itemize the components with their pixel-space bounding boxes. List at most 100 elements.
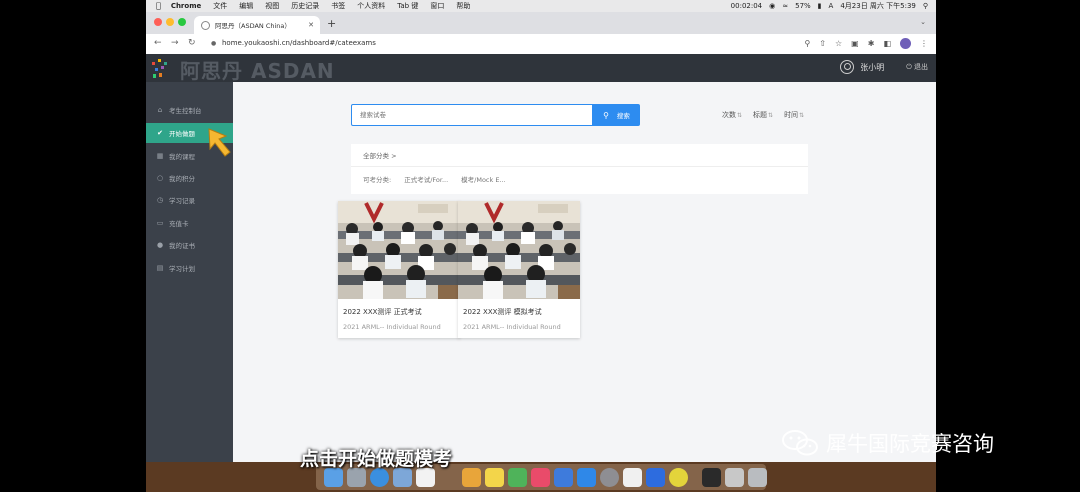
wechat-logo-icon <box>782 430 818 456</box>
exam-card-formal[interactable]: 2022 XXX测评 正式考试 2021 ARML-- Individual R… <box>338 201 460 338</box>
trash-icon[interactable] <box>748 468 767 487</box>
tab-favicon-icon <box>201 20 210 30</box>
profile-avatar[interactable] <box>900 38 911 49</box>
category-filter: 全部分类 > 可考分类: 正式考试/For... 模考/Mock E... <box>351 144 808 194</box>
exam-hall-photo <box>338 201 460 299</box>
sidebar-item-points[interactable]: ○ 我的积分 <box>146 168 233 188</box>
forward-icon[interactable]: → <box>171 38 179 48</box>
chrome-menu-icon[interactable]: ⋮ <box>920 39 928 48</box>
sidebar-item-records[interactable]: ◷ 学习记录 <box>146 190 233 210</box>
puzzle-icon[interactable]: ✱ <box>868 39 875 48</box>
photos-icon[interactable] <box>462 468 481 487</box>
search-button-label: 搜索 <box>616 112 630 120</box>
tab-search-chevron-icon[interactable]: ⌄ <box>920 18 926 26</box>
window-close-icon[interactable] <box>154 18 162 26</box>
logout-label: 退出 <box>914 63 928 71</box>
tab-close-icon[interactable]: ✕ <box>308 21 314 29</box>
card-icon: ▭ <box>156 219 164 227</box>
lock-icon[interactable]: ● <box>211 40 216 47</box>
battery-icon[interactable]: ▮ <box>818 0 822 12</box>
keynote-icon[interactable] <box>554 468 573 487</box>
sidebar-item-label: 开始做题 <box>169 130 195 138</box>
app-header: 阿思丹 ASDAN 张小明 ⏻ 退出 <box>146 54 936 83</box>
sidebar-item-label: 学习计划 <box>169 265 195 273</box>
menu-file[interactable]: 文件 <box>213 0 227 12</box>
menu-edit[interactable]: 编辑 <box>239 0 253 12</box>
user-avatar-icon[interactable] <box>840 60 855 74</box>
spotlight-icon[interactable]: ⚲ <box>923 0 928 12</box>
sidebar-item-certificates[interactable]: ● 我的证书 <box>146 235 233 255</box>
record-stop-icon[interactable]: ◉ <box>769 0 775 12</box>
menu-tab[interactable]: Tab 键 <box>397 0 418 12</box>
sidebar-item-label: 我的积分 <box>169 175 195 183</box>
menu-profile[interactable]: 个人资料 <box>357 0 385 12</box>
sort-arrows-icon: ⇅ <box>737 112 743 119</box>
menu-bookmarks[interactable]: 书签 <box>331 0 345 12</box>
brand-logo[interactable]: 阿思丹 ASDAN <box>150 55 334 83</box>
notes-icon[interactable] <box>485 468 504 487</box>
reload-icon[interactable]: ↻ <box>188 38 196 48</box>
search-button[interactable]: ⚲ 搜索 <box>593 104 640 126</box>
bookmark-star-icon[interactable]: ☆ <box>835 39 842 48</box>
tab-strip: 阿思丹（ASDAN China） ✕ + ⌄ <box>146 12 936 34</box>
calendar-icon: ▤ <box>156 264 164 272</box>
new-tab-icon[interactable]: + <box>327 17 336 30</box>
menu-history[interactable]: 历史记录 <box>291 0 319 12</box>
search-icon: ⚲ <box>603 110 609 120</box>
window-zoom-icon[interactable] <box>178 18 186 26</box>
downloads-folder-icon[interactable] <box>725 468 744 487</box>
window-minimize-icon[interactable] <box>166 18 174 26</box>
menu-help[interactable]: 帮助 <box>456 0 470 12</box>
sidebar-item-recharge-card[interactable]: ▭ 充值卡 <box>146 213 233 233</box>
filter-option-formal[interactable]: 正式考试/For... <box>404 174 448 184</box>
mac-menu-bar:  Chrome 文件 编辑 视图 历史记录 书签 个人资料 Tab 键 窗口 … <box>146 0 936 12</box>
terminal-icon[interactable] <box>702 468 721 487</box>
zoom-icon[interactable] <box>646 468 665 487</box>
exam-card-mock[interactable]: 2022 XXX测评 模拟考试 2021 ARML-- Individual R… <box>458 201 580 338</box>
address-bar[interactable]: home.youkaoshi.cn/dashboard#/cateexams <box>222 39 376 47</box>
filter-option-mock[interactable]: 模考/Mock E... <box>461 174 505 184</box>
key-icon[interactable]: ⚲ <box>804 39 810 48</box>
exam-title[interactable]: 2022 XXX测评 正式考试 <box>343 307 422 317</box>
check-circle-icon: ✔ <box>157 129 163 137</box>
menu-view[interactable]: 视图 <box>265 0 279 12</box>
user-name[interactable]: 张小明 <box>860 62 884 73</box>
music-icon[interactable] <box>531 468 550 487</box>
back-icon[interactable]: ← <box>154 38 162 48</box>
video-caption: 点击开始做题模考 <box>300 448 453 470</box>
extension-icon[interactable]: ▣ <box>851 39 859 48</box>
sidebar: ⌂ 考生控制台 ✔ 开始做题 ▦ 我的课程 ○ 我的积分 ◷ 学习记录 ▭ 充值… <box>146 82 233 462</box>
sort-arrows-icon: ⇅ <box>768 112 774 119</box>
menu-clock[interactable]: 4月23日 周六 下午5:39 <box>840 0 916 12</box>
sort-by-title[interactable]: 标题⇅ <box>753 110 773 120</box>
exam-subtitle: 2021 ARML-- Individual Round <box>343 323 441 331</box>
wifi-icon[interactable]: ≈ <box>782 0 788 12</box>
browser-tab[interactable]: 阿思丹（ASDAN China） ✕ <box>194 16 320 34</box>
sort-by-time[interactable]: 时间⇅ <box>784 110 804 120</box>
numbers-icon[interactable] <box>508 468 527 487</box>
system-preferences-icon[interactable] <box>600 468 619 487</box>
filter-label: 可考分类: <box>363 176 392 184</box>
all-categories-breadcrumb[interactable]: 全部分类 > <box>363 150 397 160</box>
user-area: 张小明 ⏻ 退出 <box>840 60 928 74</box>
sort-by-count[interactable]: 次数⇅ <box>722 110 742 120</box>
app-store-icon[interactable] <box>577 468 596 487</box>
menu-bar-status: 00:02:04 ◉ ≈ 57% ▮ A 4月23日 周六 下午5:39 ⚲ <box>724 0 928 12</box>
sort-label: 次数 <box>722 111 736 119</box>
chrome-icon[interactable] <box>669 468 688 487</box>
search-input[interactable] <box>351 104 593 126</box>
side-panel-icon[interactable]: ◧ <box>883 39 891 48</box>
apple-icon[interactable]:  <box>156 0 161 12</box>
menu-app-name[interactable]: Chrome <box>171 0 201 12</box>
pointer-arrow-icon <box>208 128 231 157</box>
sidebar-item-console[interactable]: ⌂ 考生控制台 <box>146 100 233 120</box>
menu-window[interactable]: 窗口 <box>430 0 444 12</box>
exam-title[interactable]: 2022 XXX测评 模拟考试 <box>463 307 542 317</box>
share-icon[interactable]: ⇧ <box>819 39 826 48</box>
sidebar-item-label: 学习记录 <box>169 197 195 205</box>
input-method-icon[interactable]: A <box>829 0 834 12</box>
sidebar-item-label: 我的课程 <box>169 153 195 161</box>
sidebar-item-study-plan[interactable]: ▤ 学习计划 <box>146 258 233 278</box>
preview-icon[interactable] <box>623 468 642 487</box>
logout-link[interactable]: ⏻ 退出 <box>906 62 928 72</box>
